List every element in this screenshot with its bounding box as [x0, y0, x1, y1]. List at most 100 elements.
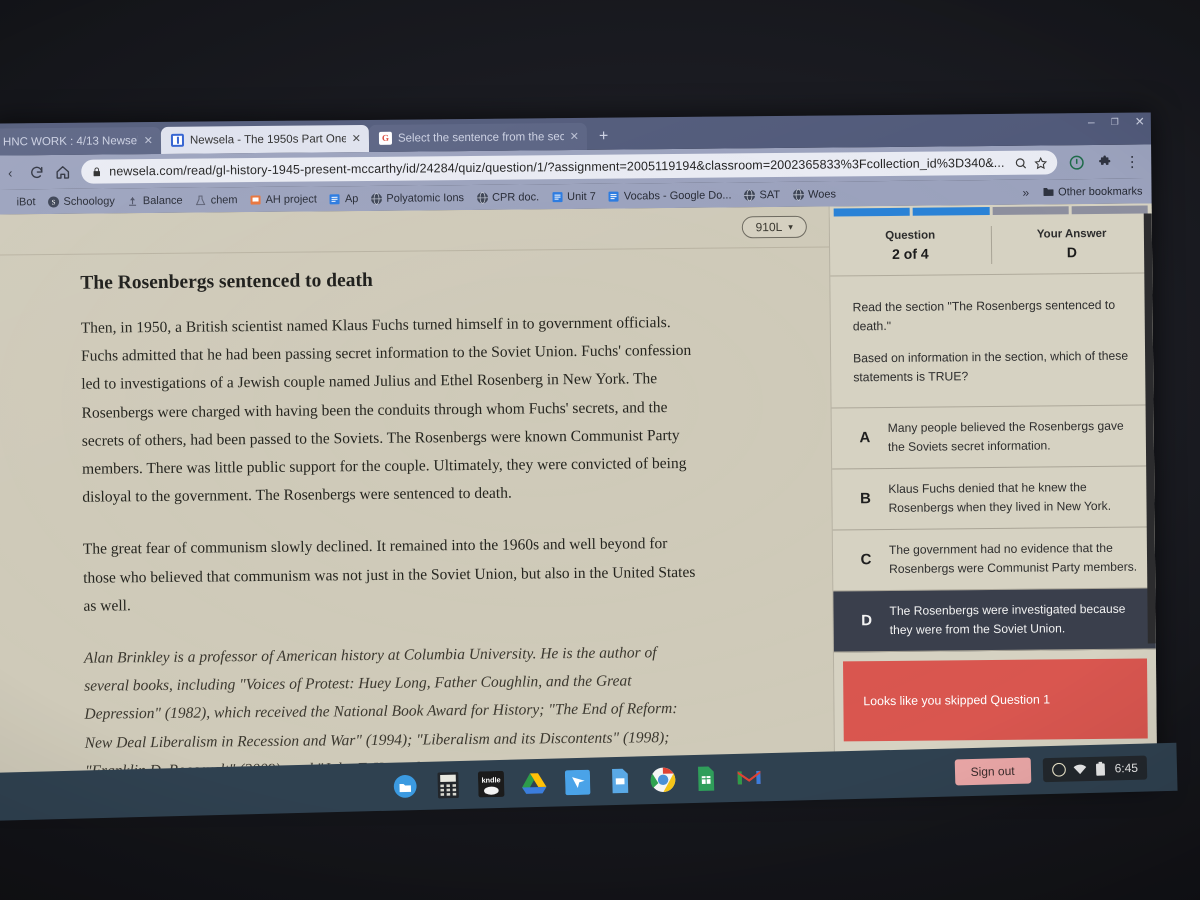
chromebook-screen: HNC WORK : 4/13 Newsela ✕ Newsela - The …: [0, 112, 1178, 822]
home-icon[interactable]: [49, 159, 75, 185]
choice-letter: D: [861, 612, 873, 630]
question-prompt: Read the section "The Rosenbergs sentenc…: [830, 273, 1154, 409]
bookmark-label: Polyatomic Ions: [386, 191, 465, 205]
reload-icon[interactable]: [23, 159, 49, 185]
prompt-line: Read the section "The Rosenbergs sentenc…: [852, 297, 1116, 334]
google-slides-app-icon[interactable]: [607, 768, 634, 795]
generic-bookmark-icon: [0, 196, 12, 208]
newsela-icon: [170, 133, 185, 147]
google-drive-app-icon[interactable]: [521, 770, 548, 797]
answer-choice-a[interactable]: A Many people believed the Rosenbergs ga…: [831, 405, 1155, 470]
maximize-icon[interactable]: ❐: [1111, 116, 1119, 127]
close-icon[interactable]: ✕: [570, 130, 579, 143]
calculator-app-icon[interactable]: [435, 772, 462, 799]
answer-choice-d[interactable]: D The Rosenbergs were investigated becau…: [833, 588, 1156, 653]
chem-icon: [195, 194, 207, 206]
bookmark-ap[interactable]: Ap: [324, 192, 364, 206]
google-sheets-app-icon[interactable]: [693, 765, 720, 792]
bookmark-unit-7[interactable]: Unit 7: [546, 189, 601, 204]
tab-title: Newsela - The 1950s Part One: M: [189, 132, 346, 147]
quiz-pane: Question 2 of 4 Your Answer D Read the s…: [828, 203, 1158, 788]
three-dot-menu-icon[interactable]: ⋮: [1119, 149, 1145, 175]
globe-icon: [370, 192, 382, 205]
bookmark-label: SAT: [759, 188, 781, 201]
browser-tab-1[interactable]: Newsela - The 1950s Part One: M ✕: [160, 124, 370, 154]
gmail-app-icon[interactable]: [736, 764, 763, 791]
bookmarks-spacer: [843, 192, 1014, 194]
your-answer-value: D: [1066, 243, 1077, 261]
your-answer-label: Your Answer: [1036, 227, 1107, 241]
video-player-app-icon[interactable]: [564, 769, 591, 796]
globe-icon: [476, 191, 488, 204]
other-bookmarks-folder[interactable]: Other bookmarks: [1037, 184, 1148, 199]
tab-title: HNC WORK : 4/13 Newsela: [2, 134, 138, 148]
bookmark-label: Unit 7: [567, 190, 596, 203]
bookmarks-overflow-icon[interactable]: »: [1016, 185, 1035, 199]
bookmark-schoology[interactable]: S Schoology: [42, 194, 120, 209]
notification-count-badge: [1051, 762, 1066, 777]
docs-icon: [608, 190, 620, 202]
article-paragraph: The great fear of communism slowly decli…: [82, 535, 696, 615]
bookmark-label: Ap: [344, 192, 359, 205]
folder-icon: [1042, 186, 1054, 198]
google-docs-icon: G: [378, 131, 393, 145]
close-window-icon[interactable]: ✕: [1135, 115, 1145, 129]
shelf-status-area: Sign out 6:45: [954, 755, 1148, 786]
bookmark-ah-project[interactable]: AH project: [244, 192, 321, 207]
new-tab-button[interactable]: +: [587, 128, 621, 150]
progress-segment-2: [912, 207, 990, 216]
shelf-app-icons: kndle: [392, 764, 763, 799]
browser-tab-2[interactable]: G Select the sentence from the sec ✕: [368, 122, 588, 152]
chevron-down-icon: ▾: [788, 221, 793, 232]
bookmark-sat[interactable]: SAT: [738, 187, 785, 201]
article-body: The Rosenbergs sentenced to death Then, …: [0, 248, 834, 787]
files-app-icon[interactable]: [392, 773, 419, 800]
slides-icon: [250, 193, 262, 205]
chrome-app-icon[interactable]: [650, 766, 677, 793]
address-bar[interactable]: newsela.com/read/gl-history-1945-present…: [81, 150, 1058, 184]
docs-icon: [551, 191, 563, 203]
article-section-title: The Rosenbergs sentenced to death: [80, 269, 373, 294]
browser-tab-0[interactable]: HNC WORK : 4/13 Newsela ✕: [0, 126, 162, 156]
sign-out-button[interactable]: Sign out: [954, 757, 1031, 786]
window-controls: – ❐ ✕: [1088, 115, 1145, 130]
choice-letter: B: [859, 490, 871, 508]
magnifier-icon[interactable]: [1014, 156, 1027, 169]
minimize-icon[interactable]: –: [1088, 115, 1095, 129]
bookmark-label: chem: [210, 193, 238, 206]
close-icon[interactable]: ✕: [352, 132, 361, 145]
svg-text:kndle: kndle: [481, 775, 500, 784]
page-viewport: 910L ▾ The Rosenbergs sentenced to death…: [0, 203, 1158, 796]
bookmark-balance[interactable]: Balance: [122, 193, 188, 208]
answer-choice-b[interactable]: B Klaus Fuchs denied that he knew the Ro…: [832, 466, 1155, 531]
system-tray[interactable]: 6:45: [1042, 755, 1148, 783]
bookmark-chem[interactable]: chem: [190, 193, 243, 208]
bookmark-cpr-doc[interactable]: CPR doc.: [471, 190, 544, 205]
choice-text: Many people believed the Rosenbergs gave…: [887, 419, 1124, 454]
battery-icon: [1093, 761, 1107, 776]
choice-letter: A: [859, 429, 871, 447]
article-paragraph: Then, in 1950, a British scientist named…: [80, 314, 692, 506]
extensions-puzzle-icon[interactable]: [1091, 149, 1117, 175]
back-icon[interactable]: ‹: [0, 159, 23, 185]
answer-choice-c[interactable]: C The government had no evidence that th…: [832, 527, 1156, 592]
bookmark-ibot[interactable]: iBot: [0, 195, 41, 209]
bookmark-woes[interactable]: Woes: [787, 187, 841, 202]
bookmark-vocabs[interactable]: Vocabs - Google Do...: [603, 188, 737, 203]
tab-title: Select the sentence from the sec: [397, 130, 564, 145]
kindle-app-icon[interactable]: kndle: [477, 770, 505, 798]
profile-avatar-icon[interactable]: [1063, 149, 1089, 175]
close-icon[interactable]: ✕: [144, 134, 153, 147]
question-counter: Question 2 of 4: [830, 227, 991, 265]
svg-text:S: S: [52, 198, 56, 206]
star-icon[interactable]: [1034, 156, 1048, 169]
choice-text: Klaus Fuchs denied that he knew the Rose…: [888, 480, 1112, 515]
bookmark-polyatomic-ions[interactable]: Polyatomic Ions: [365, 190, 469, 205]
choice-letter: C: [860, 551, 872, 569]
globe-icon: [743, 188, 755, 201]
question-label: Question: [885, 229, 936, 242]
skipped-question-alert: Looks like you skipped Question 1: [842, 658, 1148, 742]
url-text: newsela.com/read/gl-history-1945-present…: [109, 155, 1005, 179]
lexile-level-selector[interactable]: 910L ▾: [741, 215, 807, 239]
bookmark-label: Balance: [142, 194, 183, 207]
